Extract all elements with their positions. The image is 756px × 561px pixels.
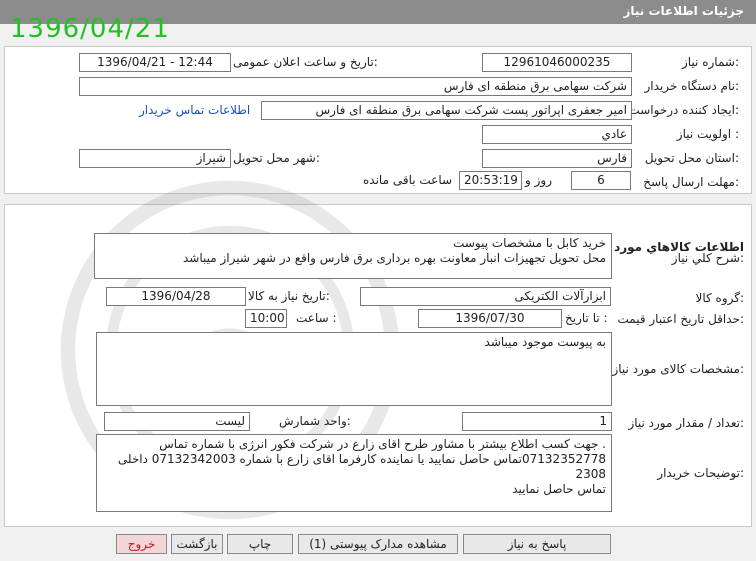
specs-field[interactable]: به پیوست موجود میباشد [96, 332, 612, 406]
print-button[interactable]: چاپ [227, 534, 293, 554]
buyer-org-label: نام دستگاه خریدار: [644, 79, 740, 93]
announce-field[interactable]: 1396/04/21 - 12:44 [79, 53, 231, 72]
deadline-days-field[interactable]: 6 [571, 171, 631, 190]
validity-date-field[interactable]: 1396/07/30 [418, 309, 562, 328]
unit-label: واحد شمارش: [279, 414, 351, 428]
summary-label: شرح کلي نياز: [671, 251, 744, 265]
need-date-field[interactable]: 1396/04/28 [106, 287, 246, 306]
quantity-field[interactable]: 1 [462, 412, 612, 431]
need-number-field[interactable]: 1296104600023­5 [482, 53, 632, 72]
creator-field[interactable]: امیر جعفری اپراتور پست شرکت سهامی برق من… [261, 101, 632, 120]
deadline-label: مهلت ارسال پاسخ: [643, 175, 739, 189]
group-label: گروه کالا: [695, 291, 745, 305]
exit-button[interactable]: خروج [116, 534, 167, 554]
city-label: شهر محل تحویل: [233, 151, 320, 165]
buyer-notes-label: توضیحات خریدار: [657, 466, 744, 480]
priority-field[interactable]: عادي [482, 125, 632, 144]
date-stamp: 1396/04/21 [10, 14, 170, 44]
validity-label: حداقل تاریخ اعتبار قیمت: [617, 312, 744, 326]
announce-label: تاریخ و ساعت اعلان عمومی: [233, 55, 378, 69]
remaining-word: ساعت باقی مانده [363, 173, 453, 187]
to-date-label: تا تاریخ : [565, 311, 608, 325]
view-docs-button[interactable]: مشاهده مدارک پیوستی (1) [298, 534, 458, 554]
back-button[interactable]: بازگشت [171, 534, 223, 554]
buyer-org-field[interactable]: شرکت سهامی برق منطقه ای فارس [79, 77, 632, 96]
deadline-time-field[interactable]: 20:53:19 [459, 171, 522, 190]
reply-button[interactable]: پاسخ به نیاز [463, 534, 611, 554]
window-title: جزئیات اطلاعات نیاز [623, 4, 744, 18]
need-number-label: شماره نیاز: [681, 55, 739, 69]
days-word: روز و [525, 173, 552, 187]
need-info-panel: شماره نیاز: 1296104600023­5 تاریخ و ساعت… [4, 46, 752, 194]
province-label: استان محل تحویل: [644, 151, 739, 165]
province-field[interactable]: فارس [482, 149, 632, 168]
city-field[interactable]: شیراز [79, 149, 231, 168]
summary-field[interactable]: خرید کابل با مشخصات پیوست محل تحویل تجهی… [94, 233, 612, 279]
validity-time-field[interactable]: 10:00 [245, 309, 287, 328]
group-field[interactable]: ابزارآلات الکتریکی [360, 287, 611, 306]
buyer-notes-field[interactable]: . جهت کسب اطلاع بیشتر با مشاور طرح اقای … [96, 434, 612, 512]
need-date-label: تاریخ نیاز به کالا: [248, 289, 330, 303]
specs-label: مشخصات کالای مورد نیاز: [612, 362, 744, 376]
buyer-contact-link[interactable]: اطلاعات تماس خریدار [139, 103, 250, 117]
unit-field[interactable]: لیست [104, 412, 250, 431]
quantity-label: تعداد / مقدار مورد نیاز: [628, 416, 744, 430]
time-label: ساعت : [296, 311, 337, 325]
priority-label: اولویت نیاز : [676, 127, 739, 141]
creator-label: ایجاد کننده درخواست: [628, 103, 739, 117]
